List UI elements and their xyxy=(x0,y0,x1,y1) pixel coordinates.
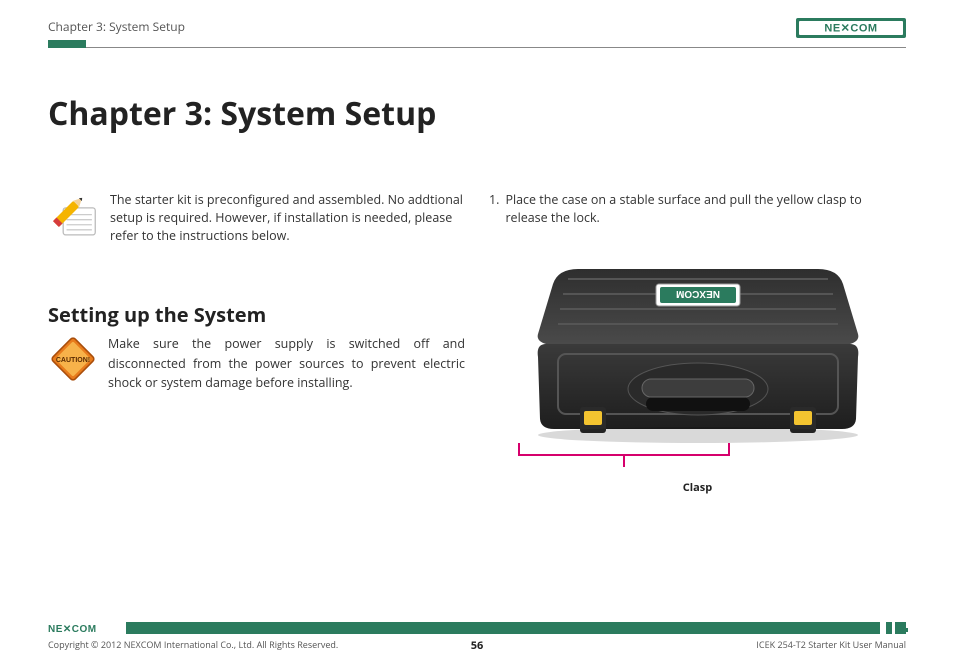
figure-case: NEXCOM xyxy=(489,239,906,499)
footer-stripe xyxy=(126,622,906,634)
footer-decor-squares-icon xyxy=(880,622,908,634)
doc-title-footer: ICEK 254-T2 Starter Kit User Manual xyxy=(756,638,906,651)
brand-logo-footer: NE✕COM xyxy=(48,621,122,635)
caution-icon: CAUTION! xyxy=(48,334,98,384)
brand-logo-header: NE✕COM xyxy=(796,18,906,38)
note-block: The starter kit is preconfigured and ass… xyxy=(48,191,465,245)
step-number: 1. xyxy=(489,191,499,227)
breadcrumb: Chapter 3: System Setup xyxy=(48,18,185,35)
clasp-label: Clasp xyxy=(489,480,906,495)
page-header: Chapter 3: System Setup NE✕COM xyxy=(48,18,906,48)
step-text: Place the case on a stable surface and p… xyxy=(505,191,906,227)
svg-text:NE✕COM: NE✕COM xyxy=(48,624,97,635)
caution-block: CAUTION! Make sure the power supply is s… xyxy=(48,334,465,392)
header-rule xyxy=(48,40,906,48)
caution-icon-label: CAUTION! xyxy=(56,358,90,365)
step-1: 1. Place the case on a stable surface an… xyxy=(489,191,906,227)
svg-text:NE✕COM: NE✕COM xyxy=(824,23,877,35)
left-column: The starter kit is preconfigured and ass… xyxy=(48,191,465,499)
page-content: Chapter 3: System Setup xyxy=(48,80,906,612)
carrying-case-image: NEXCOM xyxy=(518,239,878,449)
page-footer: NE✕COM Copyright © 2012 NEXCOM Internati… xyxy=(48,622,906,652)
note-text: The starter kit is preconfigured and ass… xyxy=(110,191,465,245)
caution-text: Make sure the power supply is switched o… xyxy=(108,334,465,392)
clasp-callout-bracket xyxy=(489,443,759,473)
note-pencil-icon xyxy=(48,191,102,245)
copyright-text: Copyright © 2012 NEXCOM International Co… xyxy=(48,638,338,651)
right-column: 1. Place the case on a stable surface an… xyxy=(489,191,906,499)
chapter-title: Chapter 3: System Setup xyxy=(48,92,906,135)
section-heading: Setting up the System xyxy=(48,301,465,328)
page-number: 56 xyxy=(471,638,484,653)
case-brand-label: NEXCOM xyxy=(676,288,720,299)
